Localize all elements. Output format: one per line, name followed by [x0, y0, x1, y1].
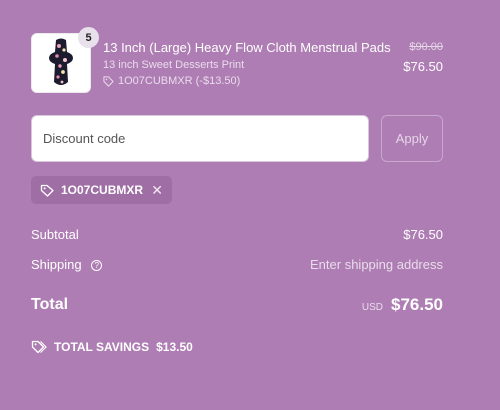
product-name: 13 Inch (Large) Heavy Flow Cloth Menstru…: [103, 40, 391, 55]
savings-value: $13.50: [156, 340, 193, 354]
apply-button[interactable]: Apply: [381, 115, 443, 162]
quantity-badge: 5: [78, 27, 99, 48]
subtotal-value: $76.50: [403, 227, 443, 242]
product-variant: 13 inch Sweet Desserts Print: [103, 59, 245, 71]
pad-icon: [49, 38, 73, 85]
subtotal-label: Subtotal: [31, 227, 79, 242]
shipping-value: Enter shipping address: [310, 257, 443, 272]
applied-discount-chip: 1O07CUBMXR ✕: [31, 176, 172, 204]
total-amount: $76.50: [391, 295, 443, 314]
savings-label: TOTAL SAVINGS: [54, 340, 150, 354]
help-icon[interactable]: ?: [91, 260, 103, 272]
currency-code: USD: [361, 302, 383, 313]
total-savings: TOTAL SAVINGS $13.50: [31, 340, 193, 354]
product-discount: 1O07CUBMXR (-$13.50): [103, 75, 240, 87]
applied-discount-code: 1O07CUBMXR: [61, 183, 144, 197]
total-row: Total USD $76.50: [31, 295, 443, 315]
savings-tag-icon: [31, 340, 47, 354]
remove-discount-icon[interactable]: ✕: [151, 182, 163, 199]
line-item: 5 13 Inch (Large) Heavy Flow Cloth Menst…: [31, 27, 443, 93]
compare-at-price: $90.00: [409, 41, 443, 53]
discount-form: Apply: [31, 115, 443, 162]
subtotal-row: Subtotal $76.50: [31, 227, 443, 242]
total-label: Total: [31, 296, 69, 313]
discount-code-input[interactable]: [31, 115, 369, 162]
tag-icon: [40, 184, 54, 197]
product-price: $76.50: [403, 59, 443, 74]
shipping-row: Shipping ? Enter shipping address: [31, 257, 443, 272]
product-discount-label: 1O07CUBMXR (-$13.50): [118, 75, 241, 87]
shipping-label: Shipping: [31, 257, 82, 272]
tag-icon: [103, 75, 114, 87]
